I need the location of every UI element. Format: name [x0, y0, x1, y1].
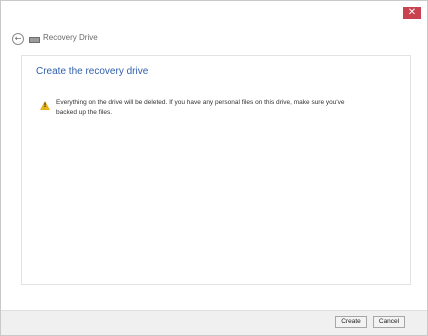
close-button[interactable]: ✕	[403, 7, 421, 19]
window-title: Recovery Drive	[43, 33, 98, 42]
drive-icon	[29, 37, 40, 43]
back-arrow-icon: ←	[14, 34, 22, 43]
back-button[interactable]: ←	[12, 33, 24, 45]
close-icon: ✕	[407, 7, 417, 18]
warning-exclamation: !	[43, 102, 47, 109]
create-button[interactable]: Create	[335, 316, 367, 328]
warning-message: Everything on the drive will be deleted.…	[56, 99, 345, 116]
cancel-button[interactable]: Cancel	[373, 316, 405, 328]
page-heading: Create the recovery drive	[36, 66, 149, 77]
content-panel	[21, 55, 411, 285]
